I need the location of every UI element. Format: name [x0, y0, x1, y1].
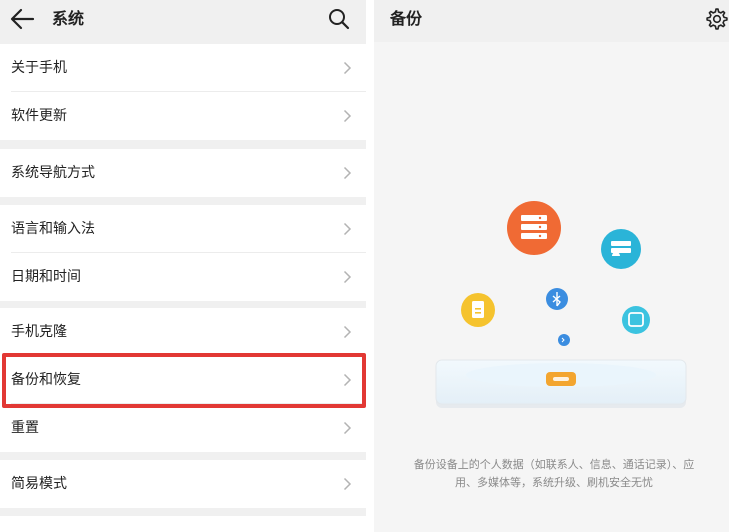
gear-icon[interactable]: [705, 7, 729, 31]
settings-item-label: 关于手机: [11, 60, 67, 76]
settings-header: 系统: [0, 0, 366, 42]
backup-header: 备份: [374, 0, 729, 42]
settings-group-partial: [0, 516, 366, 532]
settings-item-label: 日期和时间: [11, 269, 81, 285]
chevron-right-icon: [343, 222, 352, 236]
arrow-left-icon[interactable]: [9, 8, 35, 30]
chevron-right-icon: [343, 477, 352, 491]
settings-group-navigation: 系统导航方式: [0, 149, 366, 197]
backup-description: 备份设备上的个人数据（如联系人、信息、通话记录）、应用、多媒体等，系统升级、刷机…: [413, 458, 695, 489]
settings-group-locale: 语言和输入法 日期和时间: [0, 205, 366, 301]
phone-illustration: [435, 359, 687, 408]
sync-bubble-icon: [558, 334, 570, 346]
contacts-bubble-icon: [507, 201, 561, 255]
settings-item-simple-mode[interactable]: 简易模式: [0, 460, 366, 508]
settings-item-label: 手机克隆: [11, 324, 67, 340]
settings-item-label: 重置: [11, 420, 39, 436]
search-icon[interactable]: [327, 7, 351, 31]
backup-title: 备份: [390, 9, 423, 28]
chevron-right-icon: [343, 421, 352, 435]
settings-item-label: 语言和输入法: [11, 221, 95, 237]
chevron-right-icon: [343, 270, 352, 284]
settings-item-language-input[interactable]: 语言和输入法: [0, 205, 366, 253]
settings-item-software-update[interactable]: 软件更新: [0, 92, 366, 140]
settings-item-label: 软件更新: [11, 108, 67, 124]
system-settings-panel: 系统 关于手机 软件更新 系统导航方式 语言和输入法 日期和时间 手机克隆 备份…: [0, 0, 366, 532]
settings-group-simple-mode: 简易模式: [0, 460, 366, 508]
settings-item-system-navigation[interactable]: 系统导航方式: [0, 149, 366, 197]
chevron-right-icon: [343, 166, 352, 180]
settings-item-label: 系统导航方式: [11, 165, 95, 181]
chevron-right-icon: [343, 61, 352, 75]
media-bubble-icon: [546, 288, 568, 310]
settings-group-device: 关于手机 软件更新: [0, 44, 366, 140]
settings-item-date-time[interactable]: 日期和时间: [0, 253, 366, 301]
settings-item-reset[interactable]: 重置: [0, 404, 366, 452]
settings-item-label: 备份和恢复: [11, 372, 81, 388]
settings-item-phone-clone[interactable]: 手机克隆: [0, 308, 366, 356]
settings-item-about-phone[interactable]: 关于手机: [0, 44, 366, 92]
backup-panel: 备份 备份设备上的个人数据（如联系人、信息、通话记录）、应用、多媒体等，系统升级…: [374, 0, 729, 532]
page-title: 系统: [52, 9, 85, 28]
settings-item-label: 简易模式: [11, 476, 67, 492]
backup-illustration: [435, 201, 687, 408]
messages-bubble-icon: [601, 229, 641, 269]
chevron-right-icon: [343, 325, 352, 339]
settings-item-backup-restore[interactable]: 备份和恢复: [0, 356, 366, 404]
app-bubble-icon: [622, 306, 650, 334]
settings-group-data: 手机克隆 备份和恢复 重置: [0, 308, 366, 452]
chevron-right-icon: [343, 373, 352, 387]
document-bubble-icon: [461, 293, 495, 327]
chevron-right-icon: [343, 109, 352, 123]
